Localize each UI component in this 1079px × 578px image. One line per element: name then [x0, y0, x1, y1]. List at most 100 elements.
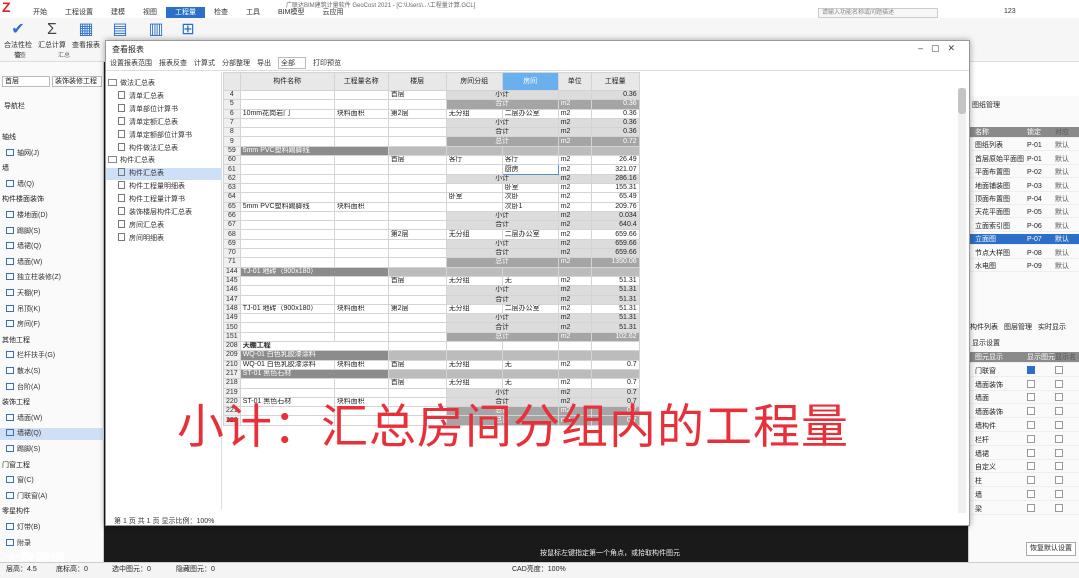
view-report-button[interactable]: ▦ 查看报表 [70, 20, 102, 50]
nav-item[interactable]: 墙(Q) [0, 179, 104, 191]
table-row[interactable]: 144 TJ-01 地砖（900x180） [223, 266, 640, 277]
menu-item-3[interactable]: 视图 [134, 7, 166, 18]
toolbar-button-4[interactable]: 导出 [257, 58, 271, 68]
column-header[interactable] [223, 72, 241, 91]
user-name[interactable]: 123 [1004, 8, 1016, 15]
nav-item[interactable]: 窗(C) [0, 475, 104, 487]
nav-item[interactable]: 墙面(W) [0, 257, 104, 269]
window-controls[interactable]: –▢✕ [918, 43, 963, 54]
room[interactable]: 卧室 [501, 182, 559, 194]
table-row[interactable]: 63 卧室 m2 155.31 [223, 182, 640, 194]
table-row[interactable]: 8 合计 m2 0.36 [223, 127, 640, 138]
column-header[interactable]: 工程量名称 [333, 72, 389, 91]
table-row[interactable]: 68 第2层 无分组 二层办公室 m2 659.66 [223, 229, 640, 240]
table-row[interactable]: 210 WQ-01 白色乳胶漆涂料 块料面积 首层 无分组无 m2 0.7 [223, 359, 640, 370]
toolbar-button-1[interactable]: 报表反查 [159, 58, 187, 68]
nav-section[interactable]: 构件楼面装饰 [0, 194, 104, 206]
table-row[interactable]: 9 总计 m2 0.72 [223, 136, 640, 147]
room[interactable]: 二层办公室 [501, 229, 559, 240]
table-row[interactable]: 150 合计 m2 51.31 [223, 322, 640, 333]
nav-item[interactable]: 踢脚(S) [0, 444, 104, 456]
toolbar-button-2[interactable]: 计算式 [194, 58, 215, 68]
floor-select[interactable]: 首层 [2, 76, 50, 87]
table-row[interactable]: 217 ST-01 黑色石材 [223, 368, 640, 380]
tree-item[interactable]: 房间明细表 [106, 232, 222, 245]
menu-item-7[interactable]: BIM模型 [269, 7, 313, 18]
table-row[interactable]: 61 厨房 m2 321.07 [223, 164, 640, 175]
room[interactable]: 无 [501, 378, 559, 389]
room[interactable]: 次卧 [501, 192, 559, 203]
toolbar-button-5[interactable]: 全部 [278, 57, 306, 69]
cad-brightness[interactable]: CAD亮度：100% [512, 563, 566, 577]
room[interactable]: 无 [501, 275, 559, 287]
discipline-select[interactable]: 装饰装修工程 [52, 76, 102, 87]
toolbar-button-6[interactable]: 打印预览 [313, 58, 341, 68]
column-header[interactable]: 构件名称 [239, 72, 335, 91]
nav-section[interactable]: 装饰工程 [0, 397, 104, 409]
nav-item[interactable]: 灯带(B) [0, 522, 104, 534]
restore-default-button[interactable]: 恢复默认设置 [1026, 542, 1076, 556]
nav-section[interactable]: 门窗工程 [0, 460, 104, 472]
table-row[interactable]: 149 小计 m2 51.31 [223, 313, 640, 324]
table-row[interactable]: 145 首层 无分组无 m2 51.31 [223, 275, 640, 287]
nav-item[interactable]: 楼地面(D) [0, 210, 104, 222]
room[interactable]: 二层办公室 [501, 303, 559, 315]
table-row[interactable]: 69 小计 m2 659.66 [223, 238, 640, 250]
menu-item-0[interactable]: 开始 [24, 7, 56, 18]
table-row[interactable]: 60 首层 客厅 客厅 m2 26.49 [223, 155, 640, 166]
nav-section[interactable]: 轴线 [0, 132, 104, 144]
table-row[interactable]: 71 总计 m2 1350.06 [223, 257, 640, 268]
toolbar-button-3[interactable]: 分部整理 [222, 58, 250, 68]
nav-item[interactable]: 门联窗(A) [0, 491, 104, 503]
table-row[interactable]: 62 小计 m2 286.16 [223, 173, 640, 184]
tree-item[interactable]: 清单定额部位计算书 [106, 129, 222, 142]
tree-item[interactable]: 装饰楼层构件汇总表 [106, 207, 222, 219]
nav-item[interactable]: 墙面(W) [0, 413, 104, 425]
app-logo-icon[interactable]: Z [2, 0, 11, 14]
tree-item[interactable]: 清单部位计算书 [106, 103, 222, 116]
tree-item[interactable]: 构件工程量明细表 [106, 181, 222, 193]
room[interactable]: 客厅 [501, 155, 559, 166]
table-row[interactable]: 70 合计 m2 659.66 [223, 248, 640, 259]
search-input[interactable]: 请输入功能名称或问题描述 [818, 8, 938, 18]
tree-item[interactable]: 构件工程量计算书 [106, 194, 222, 206]
table-row[interactable]: 64 卧室 次卧 m2 65.49 [223, 192, 640, 203]
menu-item-6[interactable]: 工具 [237, 7, 269, 18]
table-row[interactable]: 146 小计 m2 51.31 [223, 285, 640, 296]
tree-item[interactable]: 清单定额汇总表 [106, 116, 222, 129]
column-header[interactable]: 工程量 [590, 72, 640, 91]
table-row[interactable]: 148 TJ-01 地砖（900x180） 块料面积 第2层 无分组 二层办公室 m2 51.… [223, 303, 640, 315]
room[interactable]: 次卧1 [501, 201, 559, 212]
nav-item[interactable]: 轴网(J) [0, 148, 104, 160]
table-row[interactable]: 218 首层 无分组无 m2 0.7 [223, 378, 640, 389]
ribbon-tool-5[interactable]: ▥ [140, 20, 172, 40]
menu-item-8[interactable]: 云应用 [313, 7, 352, 18]
nav-item[interactable]: 墙裙(Q) [0, 241, 104, 253]
menu-item-5[interactable]: 检查 [205, 7, 237, 18]
tree-item[interactable]: 构件做法汇总表 [106, 142, 222, 155]
table-row[interactable]: 5 合计 m2 0.36 [223, 99, 640, 110]
menu-item-1[interactable]: 工程设置 [56, 7, 102, 18]
ribbon-tool-4[interactable]: ▤ [104, 20, 136, 40]
nav-item[interactable]: 独立柱装修(Z) [0, 272, 104, 284]
vertical-scrollbar[interactable] [958, 88, 966, 513]
tree-folder[interactable]: 做法汇总表 [106, 78, 222, 90]
table-row[interactable]: 151 总计 m2 102.62 [223, 331, 640, 343]
nav-section[interactable]: 其他工程 [0, 335, 104, 347]
column-header[interactable]: 楼层 [387, 72, 447, 91]
table-row[interactable]: 67 合计 m2 640.4 [223, 220, 640, 231]
nav-item[interactable]: 墙裙(Q) [0, 428, 104, 441]
vertical-scroll-thumb[interactable] [958, 88, 966, 114]
table-row[interactable]: 219 小计 m2 0.7 [223, 387, 640, 398]
summary-calc-button[interactable]: Σ 汇总计算 [36, 20, 68, 50]
tree-item[interactable]: 清单汇总表 [106, 90, 222, 103]
table-row[interactable]: 147 合计 m2 51.31 [223, 294, 640, 305]
nav-item[interactable]: 散水(S) [0, 366, 104, 378]
nav-item[interactable]: 吊顶(K) [0, 304, 104, 316]
table-row[interactable]: 59 5mm PVC塑料踢脚线 [223, 145, 640, 157]
nav-item[interactable]: 踢脚(S) [0, 226, 104, 238]
table-row[interactable]: 6 10mm花岗岩门 块料面积 第2层 无分组 二层办公室 m2 0.36 [223, 108, 640, 119]
toolbar-button-0[interactable]: 设置报表范围 [110, 58, 152, 68]
ribbon-tool-6[interactable]: ⊞ [172, 20, 204, 40]
tree-item[interactable]: 房间汇总表 [106, 219, 222, 232]
